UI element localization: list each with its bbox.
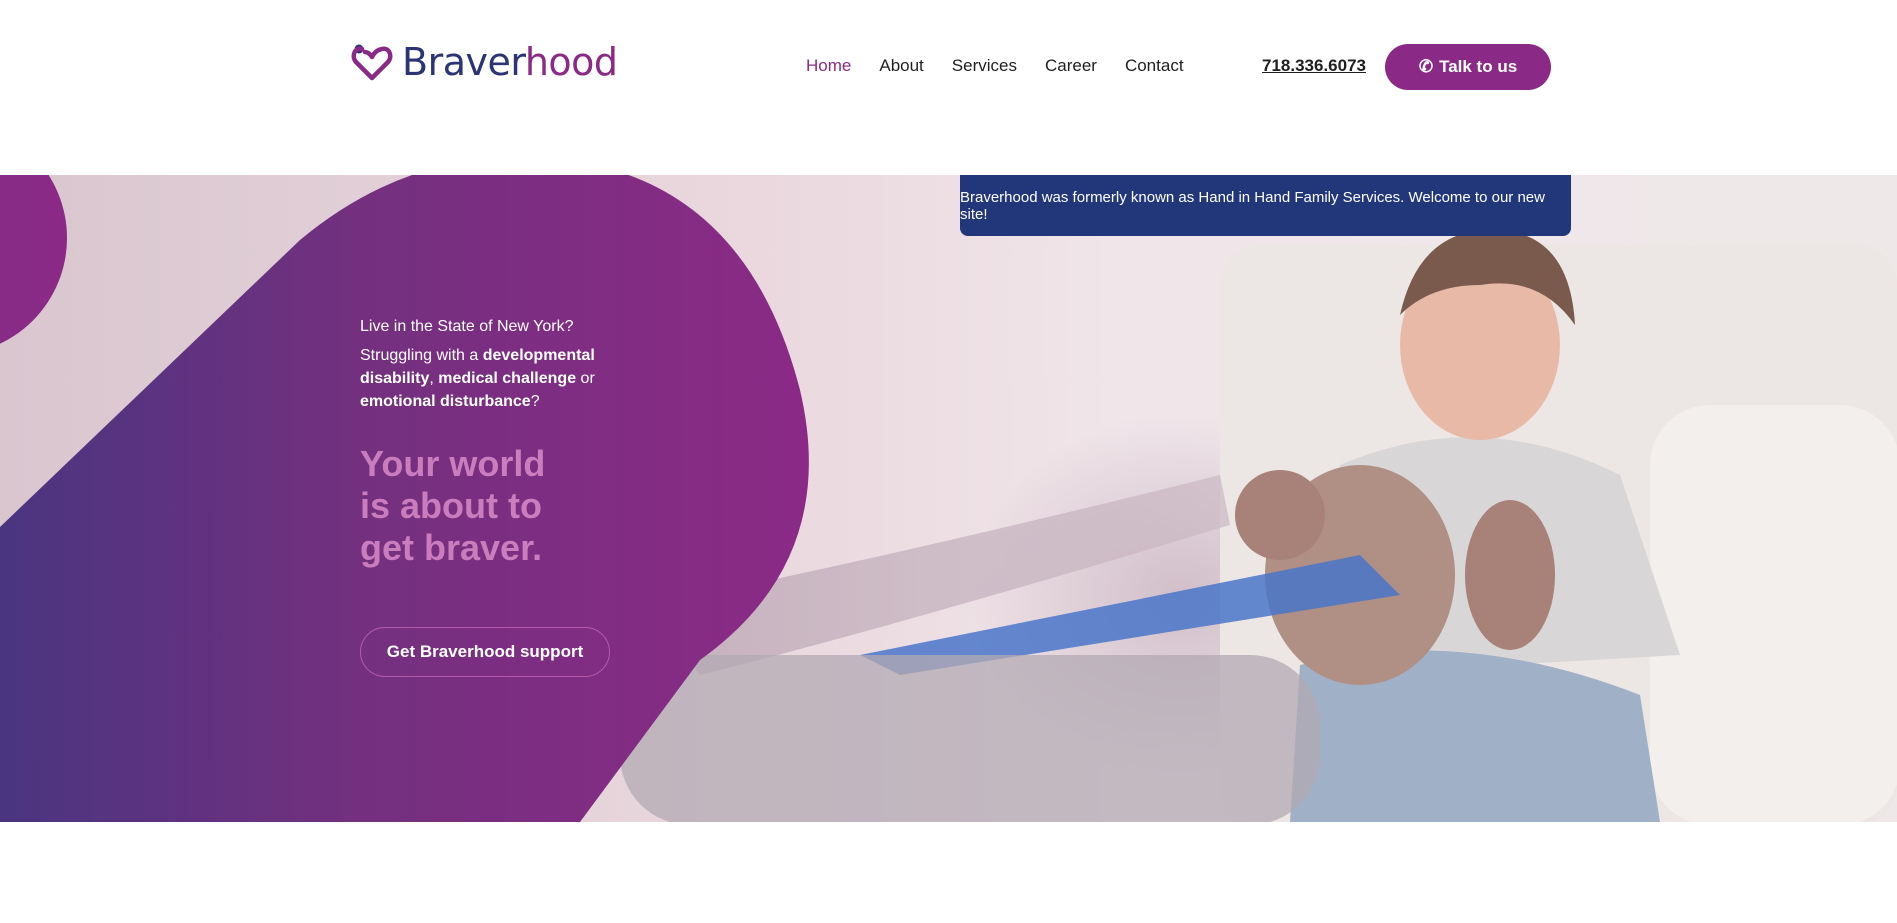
- nav-services[interactable]: Services: [952, 56, 1017, 76]
- nav-career[interactable]: Career: [1045, 56, 1097, 76]
- announcement-text: Braverhood was formerly known as Hand in…: [960, 188, 1545, 223]
- hero-question-location: Live in the State of New York?: [360, 318, 574, 335]
- hero-section: [0, 175, 1897, 822]
- get-support-button[interactable]: Get Braverhood support: [360, 627, 610, 677]
- site-header: Braverhood Home About Services Career Co…: [0, 0, 1897, 175]
- nav-contact[interactable]: Contact: [1125, 56, 1184, 76]
- hero-copy: Live in the State of New York? Strugglin…: [360, 318, 620, 569]
- heart-logo-icon: [351, 44, 393, 81]
- main-nav: Home About Services Career Contact: [806, 56, 1184, 76]
- talk-to-us-button[interactable]: ✆ Talk to us: [1385, 44, 1551, 90]
- phone-icon: ✆: [1418, 57, 1434, 76]
- hero-headline: Your world is about to get braver.: [360, 443, 546, 568]
- phone-link[interactable]: 718.336.6073: [1262, 56, 1366, 76]
- logo-text: Braverhood: [402, 40, 618, 84]
- hero-photo-placeholder: [620, 229, 1897, 822]
- announcement-banner: Braverhood was formerly known as Hand in…: [960, 175, 1571, 236]
- nav-home[interactable]: Home: [806, 56, 851, 76]
- hero-question-struggling: Struggling with a developmental disabili…: [360, 347, 595, 410]
- nav-about[interactable]: About: [879, 56, 923, 76]
- talk-to-us-label: Talk to us: [1439, 57, 1518, 76]
- logo[interactable]: Braverhood: [350, 40, 618, 84]
